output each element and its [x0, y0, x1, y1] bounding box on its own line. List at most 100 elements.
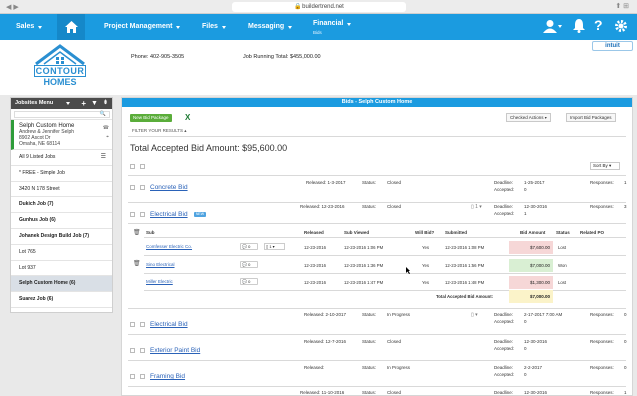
responses-value: 0 [624, 365, 627, 370]
row-checkbox[interactable] [140, 185, 145, 190]
document-icon[interactable]: ▯ ▾ [471, 312, 478, 318]
expand-icon[interactable] [130, 348, 135, 353]
status-cell: Lost [558, 245, 567, 250]
chevron-down-icon [558, 25, 562, 28]
add-icon[interactable]: + [81, 98, 86, 109]
jobsite-item[interactable]: Suarez Job (6) [11, 292, 112, 308]
chevron-down-icon [38, 25, 43, 29]
settings-button[interactable] [614, 19, 628, 35]
deadline-label: Deadline: [494, 180, 514, 185]
responses-label: Responses: [590, 339, 614, 344]
page-title: Bids - Selph Custom Home [122, 98, 632, 107]
select-all-checkbox[interactable] [130, 164, 135, 169]
logo-text-contour: CONTOUR [34, 65, 86, 77]
expand-icon[interactable] [130, 322, 135, 327]
bid-package-link[interactable]: Electrical Bid [150, 211, 188, 218]
chat-bubble-button[interactable]: 💬 0 [240, 243, 258, 250]
bid-package-link[interactable]: Concrete Bid [150, 184, 188, 191]
list-icon[interactable]: ☰ [101, 150, 106, 165]
row-checkbox[interactable] [140, 322, 145, 327]
sub-total-label: Total Accepted Bid Amount: [436, 294, 494, 299]
expand-icon[interactable] [130, 185, 135, 190]
excel-export-icon[interactable]: X [185, 113, 193, 122]
selected-job-card[interactable]: Selph Custom Home Andrew & Jennifer Selp… [11, 120, 112, 150]
nav-messaging[interactable]: Messaging [248, 14, 293, 40]
row-checkbox[interactable] [140, 212, 145, 217]
nav-sales-label: Sales [16, 23, 35, 30]
accepted-label: Accepted: [494, 372, 515, 377]
jobsite-item[interactable]: 3420 N 178 Street [11, 182, 112, 198]
map-icon[interactable]: ⌖ [106, 134, 109, 140]
phone-icon[interactable]: ☎ [103, 125, 109, 131]
bid-package-link[interactable]: Framing Bid [150, 373, 185, 380]
jobsite-item-label: 3420 N 178 Street [19, 185, 60, 192]
jobsite-item[interactable]: Dukich Job (7) [11, 197, 112, 214]
sub-name-link[interactable]: Comfesser Electric Co. [146, 244, 192, 249]
jobsite-item[interactable]: Johanek Design Build Job (7) [11, 229, 112, 245]
pin-icon[interactable]: ⇟ [103, 98, 108, 109]
divider [128, 202, 626, 203]
nav-project-management[interactable]: Project Management [104, 14, 181, 40]
nav-files-label: Files [202, 23, 218, 30]
bid-package-link[interactable]: Electrical Bid [150, 321, 188, 328]
notifications-button[interactable] [573, 19, 585, 35]
row-checkbox[interactable] [140, 374, 145, 379]
sub-name-link[interactable]: Sino Electrical [146, 262, 175, 267]
document-icon[interactable]: ▯ 1 ▾ [471, 204, 482, 210]
chat-icon: 💬 [242, 279, 247, 284]
help-icon[interactable]: ? [594, 17, 603, 33]
filter-icon[interactable]: ▼ [91, 98, 98, 109]
document-dropdown[interactable]: ▯ 1 ▾ [264, 243, 285, 250]
responses-value: 0 [624, 339, 627, 344]
chat-bubble-button[interactable]: 💬 0 [240, 278, 258, 285]
import-bid-packages-button[interactable]: Import Bid Packages [566, 113, 616, 122]
jobsite-item[interactable]: Lot 937 [11, 261, 112, 277]
viewed-cell: 12-23-2016 1:47 PM [344, 280, 384, 285]
select-all-checkbox-2[interactable] [140, 164, 145, 169]
intuit-button[interactable]: intuit [592, 41, 633, 51]
home-button[interactable] [57, 14, 85, 40]
nav-sales[interactable]: Sales [16, 14, 43, 40]
jobsite-item-selected[interactable]: Selph Custom Home (6) [11, 276, 112, 293]
released-label-text: Released: [304, 312, 325, 317]
bid-package-link[interactable]: Exterior Paint Bid [150, 347, 200, 354]
status-value: In Progress [387, 312, 411, 317]
responses-label: Responses: [590, 365, 614, 370]
browser-nav-arrows[interactable]: ◀ ▶ [6, 3, 19, 11]
responses-label: Responses: [590, 312, 614, 317]
jobsite-item[interactable]: * FREE - Simple Job [11, 166, 112, 182]
trash-icon[interactable]: 🗑 [133, 260, 141, 267]
expand-icon[interactable] [130, 374, 135, 379]
sort-by-dropdown[interactable]: Sort By ▾ [590, 162, 620, 170]
collapse-icon[interactable] [130, 212, 135, 217]
jobsites-search-input[interactable] [14, 111, 110, 118]
checked-actions-dropdown[interactable]: Checked Actions ▾ [506, 113, 551, 122]
released-label-text: Released: [306, 180, 327, 185]
trash-icon[interactable]: 🗑 [133, 229, 141, 236]
jobsite-item[interactable]: All 9 Listed Jobs ☰ [11, 150, 112, 166]
deadline-label: Deadline: [494, 390, 514, 395]
jobsite-item-label: Suarez Job (6) [19, 296, 54, 303]
released-label: Released: 2-10-2017 [304, 312, 346, 317]
submitted-cell: 12-23-2016 1:56 PM [445, 263, 485, 268]
accepted-label: Accepted: [494, 346, 515, 351]
nav-files[interactable]: Files [202, 14, 226, 40]
new-bid-package-button[interactable]: New Bid Package [130, 114, 172, 122]
released-value: 12-7-2016 [325, 339, 347, 344]
row-checkbox[interactable] [140, 348, 145, 353]
sub-name-link[interactable]: Miller Electric [146, 279, 173, 284]
jobsite-item[interactable]: Gunhus Job (6) [11, 213, 112, 229]
filter-results-toggle[interactable]: FILTER YOUR RESULTS ▴ [132, 128, 187, 134]
chevron-down-icon[interactable] [66, 102, 70, 105]
top-nav: Sales Project Management Files Messaging… [0, 14, 637, 40]
new-badge: NEW [194, 212, 206, 217]
bids-panel: Bids - Selph Custom Home New Bid Package… [121, 97, 633, 396]
chat-bubble-button[interactable]: 💬 0 [240, 261, 258, 268]
user-menu[interactable] [543, 19, 562, 35]
divider [128, 308, 626, 309]
released-label: Released: [304, 365, 325, 370]
chat-icon: 💬 [242, 244, 247, 249]
jobsite-item[interactable]: Lot 765 [11, 245, 112, 261]
status-label: Status: [362, 204, 377, 209]
browser-share-icon[interactable]: ⬆ ⊞ [615, 2, 629, 10]
